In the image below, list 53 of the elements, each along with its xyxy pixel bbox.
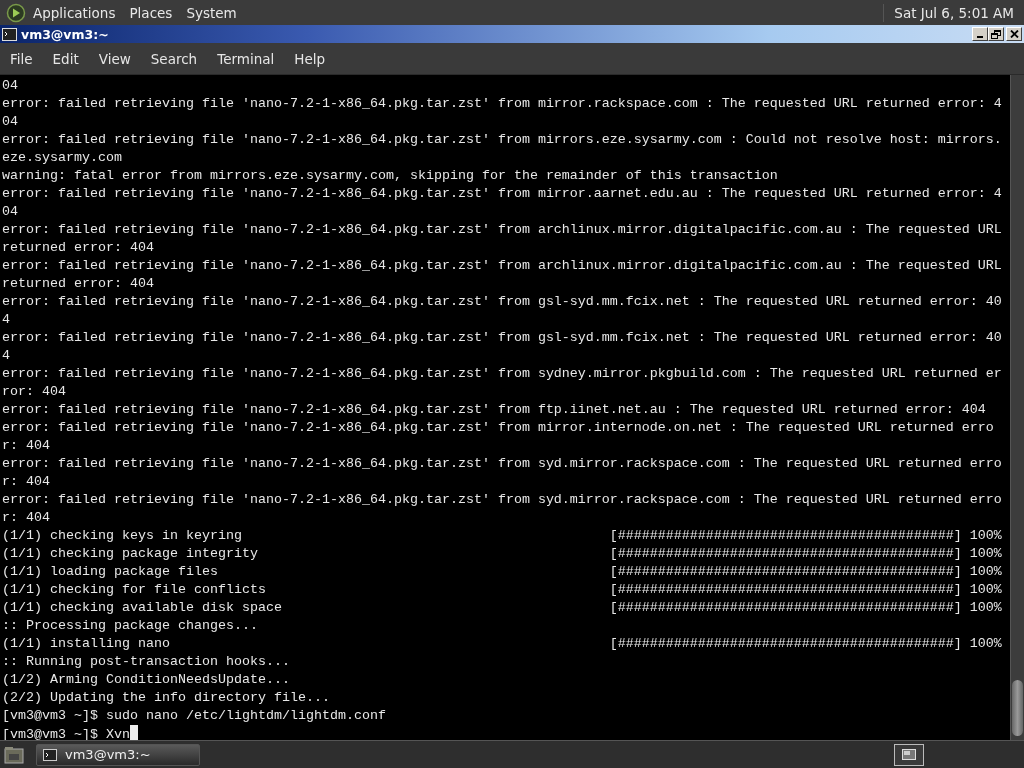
terminal-line: error: failed retrieving file 'nano-7.2-1-x86_64.pkg.tar.zst' from syd.mirror.rackspace.com : The requested URL returned error: 404	[2, 491, 1002, 527]
progress-percent: 100%	[969, 581, 1002, 599]
window-title: vm3@vm3:~	[21, 26, 110, 42]
clock[interactable]: Sat Jul 6, 5:01 AM	[894, 4, 1018, 21]
progress-percent: 100%	[969, 545, 1002, 563]
terminal-icon	[2, 27, 17, 41]
menu-item[interactable]: File	[3, 46, 40, 71]
progress-bar-text: [##########################################]	[609, 527, 963, 545]
menu-item[interactable]: Terminal	[210, 46, 282, 71]
terminal-line: (1/2) Arming ConditionNeedsUpdate...	[2, 671, 291, 689]
progress-label: (1/1) installing nano	[2, 635, 171, 653]
progress-label: (1/1) checking package integrity	[2, 545, 259, 563]
menu-item[interactable]: Edit	[45, 46, 86, 71]
task-button[interactable]: vm3@vm3:~	[36, 743, 200, 766]
progress-percent: 100%	[969, 599, 1002, 617]
progress-label: (1/1) checking available disk space	[2, 599, 283, 617]
terminal-line: (2/2) Updating the info directory file...	[2, 689, 331, 707]
menu-item[interactable]: View	[91, 46, 138, 71]
menu-item[interactable]: Help	[287, 46, 333, 71]
terminal-line: error: failed retrieving file 'nano-7.2-1-x86_64.pkg.tar.zst' from ftp.iinet.net.au : The requested URL returned error: 404	[2, 401, 987, 419]
progress-bar-text: [##########################################]	[609, 581, 963, 599]
progress-bar-text: [##########################################]	[609, 545, 963, 563]
progress-percent: 100%	[969, 563, 1002, 581]
progress-label: (1/1) checking for file conflicts	[2, 581, 267, 599]
progress-bar-text: [##########################################]	[609, 599, 963, 617]
restore-icon	[991, 29, 1001, 39]
terminal-line: warning: fatal error from mirrors.eze.sysarmy.com, skipping for the remainder of this transaction	[2, 167, 779, 185]
scrollbar-thumb[interactable]	[1012, 680, 1023, 736]
terminal-line: 04	[2, 77, 19, 95]
panel-menu[interactable]: System	[179, 4, 244, 21]
menu-item[interactable]: Search	[143, 46, 205, 71]
panel-menu[interactable]: Applications	[26, 4, 123, 21]
prompt-line: [vm3@vm3 ~]$ Xvn	[2, 727, 130, 740]
show-desktop-icon[interactable]	[4, 745, 24, 764]
distro-logo-icon[interactable]	[6, 2, 26, 23]
terminal-line: :: Processing package changes...	[2, 617, 259, 635]
panel-menu[interactable]: Places	[122, 4, 180, 21]
window-thumbnail-icon	[902, 749, 916, 760]
progress-percent: 100%	[969, 635, 1002, 653]
close-button[interactable]	[1006, 27, 1022, 41]
progress-percent: 100%	[969, 527, 1002, 545]
restore-button[interactable]	[988, 27, 1004, 41]
terminal-icon	[43, 748, 57, 761]
workspace-switcher[interactable]	[894, 743, 924, 766]
minimize-button[interactable]	[972, 27, 988, 41]
progress-label: (1/1) loading package files	[2, 563, 219, 581]
prompt-line: [vm3@vm3 ~]$ sudo nano /etc/lightdm/lightdm.conf	[2, 708, 386, 723]
progress-bar-text: [##########################################]	[609, 563, 963, 581]
close-icon	[1009, 30, 1019, 38]
progress-bar-text: [##########################################]	[609, 635, 963, 653]
scrollbar[interactable]	[1010, 75, 1024, 740]
progress-label: (1/1) checking keys in keyring	[2, 527, 243, 545]
terminal-line: :: Running post-transaction hooks...	[2, 653, 291, 671]
